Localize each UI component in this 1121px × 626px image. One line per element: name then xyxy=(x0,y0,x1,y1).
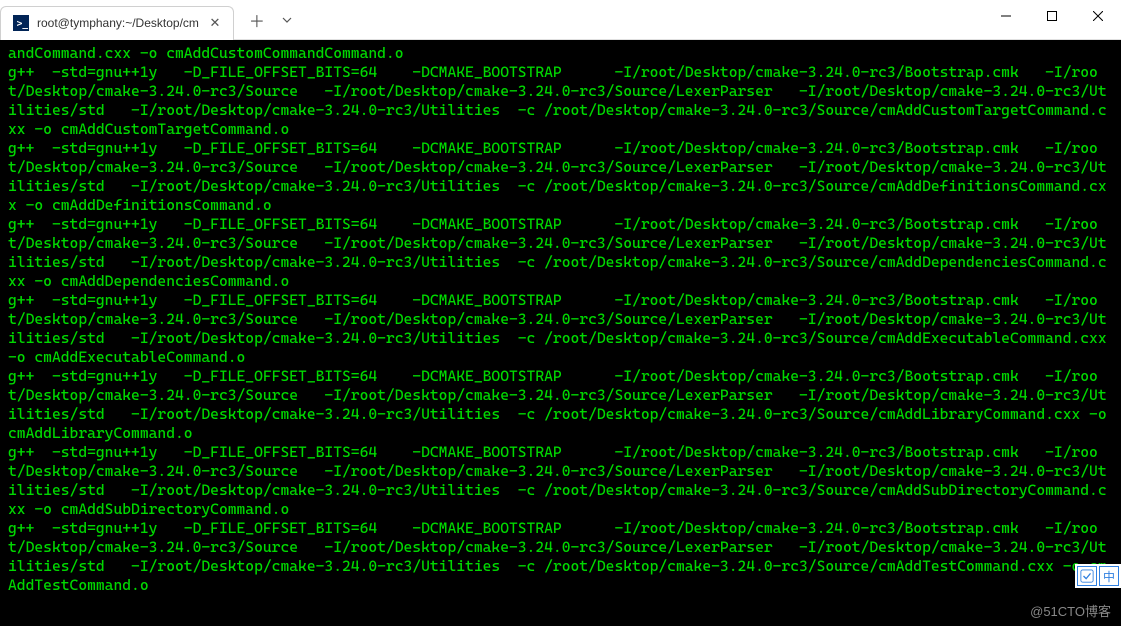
maximize-button[interactable] xyxy=(1029,0,1075,32)
ime-lang-icon[interactable]: 中 xyxy=(1099,566,1119,586)
svg-text:>_: >_ xyxy=(17,19,28,30)
new-tab-button[interactable]: ＋ xyxy=(242,5,272,35)
tab-dropdown-button[interactable] xyxy=(272,5,302,35)
close-button[interactable] xyxy=(1075,0,1121,32)
ime-mode-icon[interactable] xyxy=(1077,566,1097,586)
titlebar: >_ root@tymphany:~/Desktop/cm ✕ ＋ xyxy=(0,0,1121,40)
tab-title: root@tymphany:~/Desktop/cm xyxy=(37,16,199,30)
terminal-output[interactable]: andCommand.cxx -o cmAddCustomCommandComm… xyxy=(0,40,1121,626)
minimize-button[interactable] xyxy=(983,0,1029,32)
ime-indicator[interactable]: 中 xyxy=(1075,564,1121,588)
close-tab-button[interactable]: ✕ xyxy=(207,15,223,31)
tabs: >_ root@tymphany:~/Desktop/cm ✕ ＋ xyxy=(0,0,302,39)
powershell-icon: >_ xyxy=(13,15,29,31)
window-controls xyxy=(983,0,1121,32)
tab-terminal[interactable]: >_ root@tymphany:~/Desktop/cm ✕ xyxy=(0,6,234,40)
watermark: @51CTO博客 xyxy=(1030,601,1111,620)
